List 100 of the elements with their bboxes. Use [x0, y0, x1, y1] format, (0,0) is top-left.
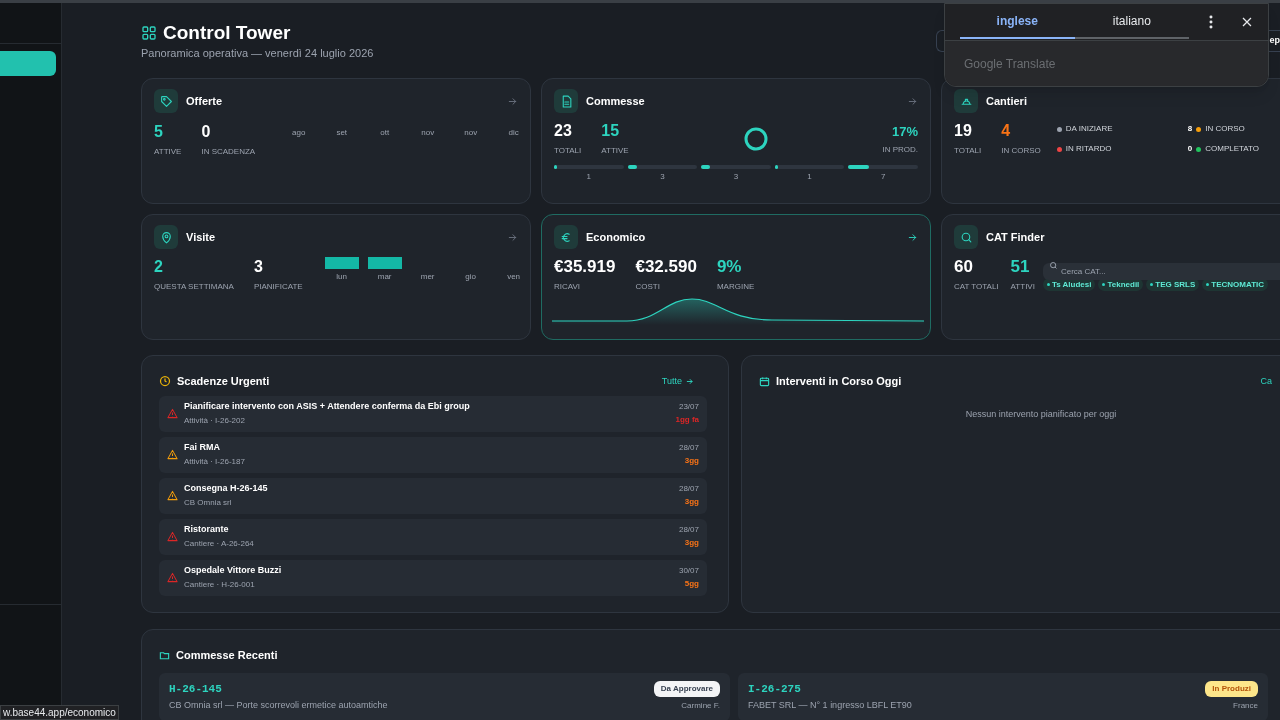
calendar-icon — [759, 375, 770, 387]
deadline-subtitle: CB Omnia srl — [184, 496, 233, 509]
month-label: nov — [463, 127, 479, 139]
deadline-subtitle: Attività · I-26-187 — [184, 455, 246, 468]
deadline-title: Pianificare intervento con ASIS + Attendere conferma da Ebi group — [184, 400, 471, 414]
stat-label: IN PROD. — [882, 143, 918, 156]
bar-count: 7 — [880, 171, 886, 183]
deadline-date: 28/07 — [678, 442, 699, 454]
deadline-due: 5gg — [684, 578, 699, 590]
stat-label: RICAVI — [554, 281, 582, 293]
page-title: Control Tower — [163, 21, 291, 45]
card-title: Visite — [186, 229, 216, 245]
deadline-title: Ristorante — [184, 523, 230, 537]
order-description: CB Omnia srl — Porte scorrevoli ermetice autoamtiche — [169, 699, 389, 712]
bar-count: 1 — [586, 171, 591, 183]
order-code: I-26-275 — [748, 681, 802, 697]
search-icon — [954, 225, 978, 249]
stat-value: 2 — [154, 257, 164, 277]
deadline-due: 3gg — [684, 496, 699, 508]
stat-value: 17% — [891, 123, 918, 142]
stat-value: 0 — [201, 122, 212, 142]
month-label: set — [335, 127, 349, 139]
stat-label: ATTIVI — [1010, 281, 1035, 293]
legend-label: IN CORSO — [1205, 123, 1245, 135]
status-bar: w.base44.app/economico — [0, 705, 119, 720]
legend-count: 8 — [1187, 123, 1193, 135]
page-subtitle: Panoramica operativa — venerdì 24 luglio 2026 — [141, 46, 374, 61]
card-title: Offerte — [186, 93, 223, 109]
deadline-title: Fai RMA — [184, 441, 221, 455]
deadline-date: 23/07 — [678, 401, 699, 413]
stat-label: TOTALI — [954, 145, 982, 157]
stat-value: 60 — [954, 257, 974, 277]
deadline-row[interactable]: Fai RMA Attività · I-26-187 28/07 3gg — [159, 436, 707, 473]
order-card[interactable]: H-26-145 CB Omnia srl — Porte scorrevoli ermetice autoamtiche Da Approvare Carmine F. — [159, 672, 730, 720]
deadline-row[interactable]: Ospedale Vittore Buzzi Cantiere · H-26-001 30/07 5gg — [159, 559, 707, 596]
month-label: ott — [379, 127, 391, 139]
deadline-date: 28/07 — [678, 524, 699, 536]
stat-value: 23 — [554, 121, 573, 141]
close-icon[interactable] — [1241, 16, 1253, 28]
stat-value: 9% — [716, 257, 743, 277]
legend-label: DA INIZIARE — [1065, 123, 1113, 135]
document-icon — [554, 89, 578, 113]
stat-value: 5 — [154, 122, 164, 142]
stat-label: IN SCADENZA — [201, 146, 256, 158]
deadline-date: 30/07 — [678, 565, 699, 577]
order-card[interactable]: I-26-275 FABET SRL — N° 1 ingresso LBFL ET90 In Produzi France — [738, 672, 1268, 720]
deadline-row[interactable]: Pianificare intervento con ASIS + Attendere conferma da Ebi group Attività · I-26-202 23/07 1gg fa — [159, 395, 707, 432]
folder-icon — [159, 649, 170, 661]
stat-label: TOTALI — [554, 145, 582, 157]
stat-label: QUESTA SETTIMANA — [154, 281, 234, 293]
all-link[interactable]: Tutte — [661, 374, 711, 388]
stat-value: 51 — [1010, 257, 1031, 277]
deadline-due: 3gg — [684, 455, 699, 467]
bar-count: 1 — [807, 171, 812, 183]
stat-label: PIANIFICATE — [253, 281, 303, 293]
panel-title: Interventi in Corso Oggi — [776, 374, 902, 389]
status-badge: Da Approvare — [653, 681, 720, 697]
stat-value: €35.919 — [554, 257, 616, 277]
clock-icon — [159, 375, 171, 388]
card-title: Commesse — [586, 93, 645, 109]
status-badge: In Produzi — [1205, 681, 1258, 697]
stat-value: 4 — [1001, 121, 1012, 141]
month-label: dic — [507, 127, 520, 139]
search-field[interactable]: Cerca CAT... — [1042, 263, 1280, 280]
empty-message: Nessun intervento pianificato per oggi — [964, 407, 1118, 421]
deadline-due: 3gg — [684, 537, 699, 549]
stat-label: CAT TOTALI — [954, 281, 999, 293]
stat-value: 15 — [601, 121, 621, 141]
stat-label: MARGINE — [716, 281, 755, 293]
month-label: ago — [291, 127, 307, 139]
card-title: Economico — [586, 229, 646, 245]
stat-label: ATTIVE — [154, 146, 182, 158]
panel-link[interactable]: Ca — [1260, 374, 1280, 388]
deadline-row[interactable]: Ristorante Cantiere · A-26-264 28/07 3gg — [159, 518, 707, 555]
search-icon — [1048, 261, 1058, 270]
day-label: lun — [336, 271, 347, 283]
euro-icon — [554, 225, 578, 249]
arrow-icon[interactable] — [907, 231, 918, 243]
stat-label: COSTI — [635, 281, 661, 293]
day-label: mer — [420, 271, 435, 283]
deadline-title: Ospedale Vittore Buzzi — [184, 564, 283, 578]
brand-text: Google Translate — [964, 55, 1056, 73]
order-person: Carmine F. — [681, 700, 720, 712]
stat-value: 19 — [954, 121, 973, 141]
legend-count: 0 — [1187, 143, 1193, 155]
ring-chart — [743, 127, 768, 151]
deadline-date: 28/07 — [678, 483, 699, 495]
stat-label: IN CORSO — [1001, 145, 1041, 157]
day-label: mar — [377, 271, 392, 283]
grid-icon — [141, 25, 157, 41]
deadline-subtitle: Cantiere · A-26-264 — [184, 537, 255, 550]
panel-title: Scadenze Urgenti — [177, 374, 270, 389]
stat-label: ATTIVE — [601, 145, 629, 157]
day-label: ven — [507, 271, 521, 283]
deadline-row[interactable]: Consegna H-26-145 CB Omnia srl 28/07 3gg — [159, 477, 707, 514]
legend-label: COMPLETATO — [1205, 143, 1260, 155]
hard-hat-icon — [954, 89, 978, 113]
deadline-title: Consegna H-26-145 — [184, 482, 269, 496]
stat-value: 3 — [253, 257, 264, 277]
map-pin-icon — [154, 225, 178, 249]
